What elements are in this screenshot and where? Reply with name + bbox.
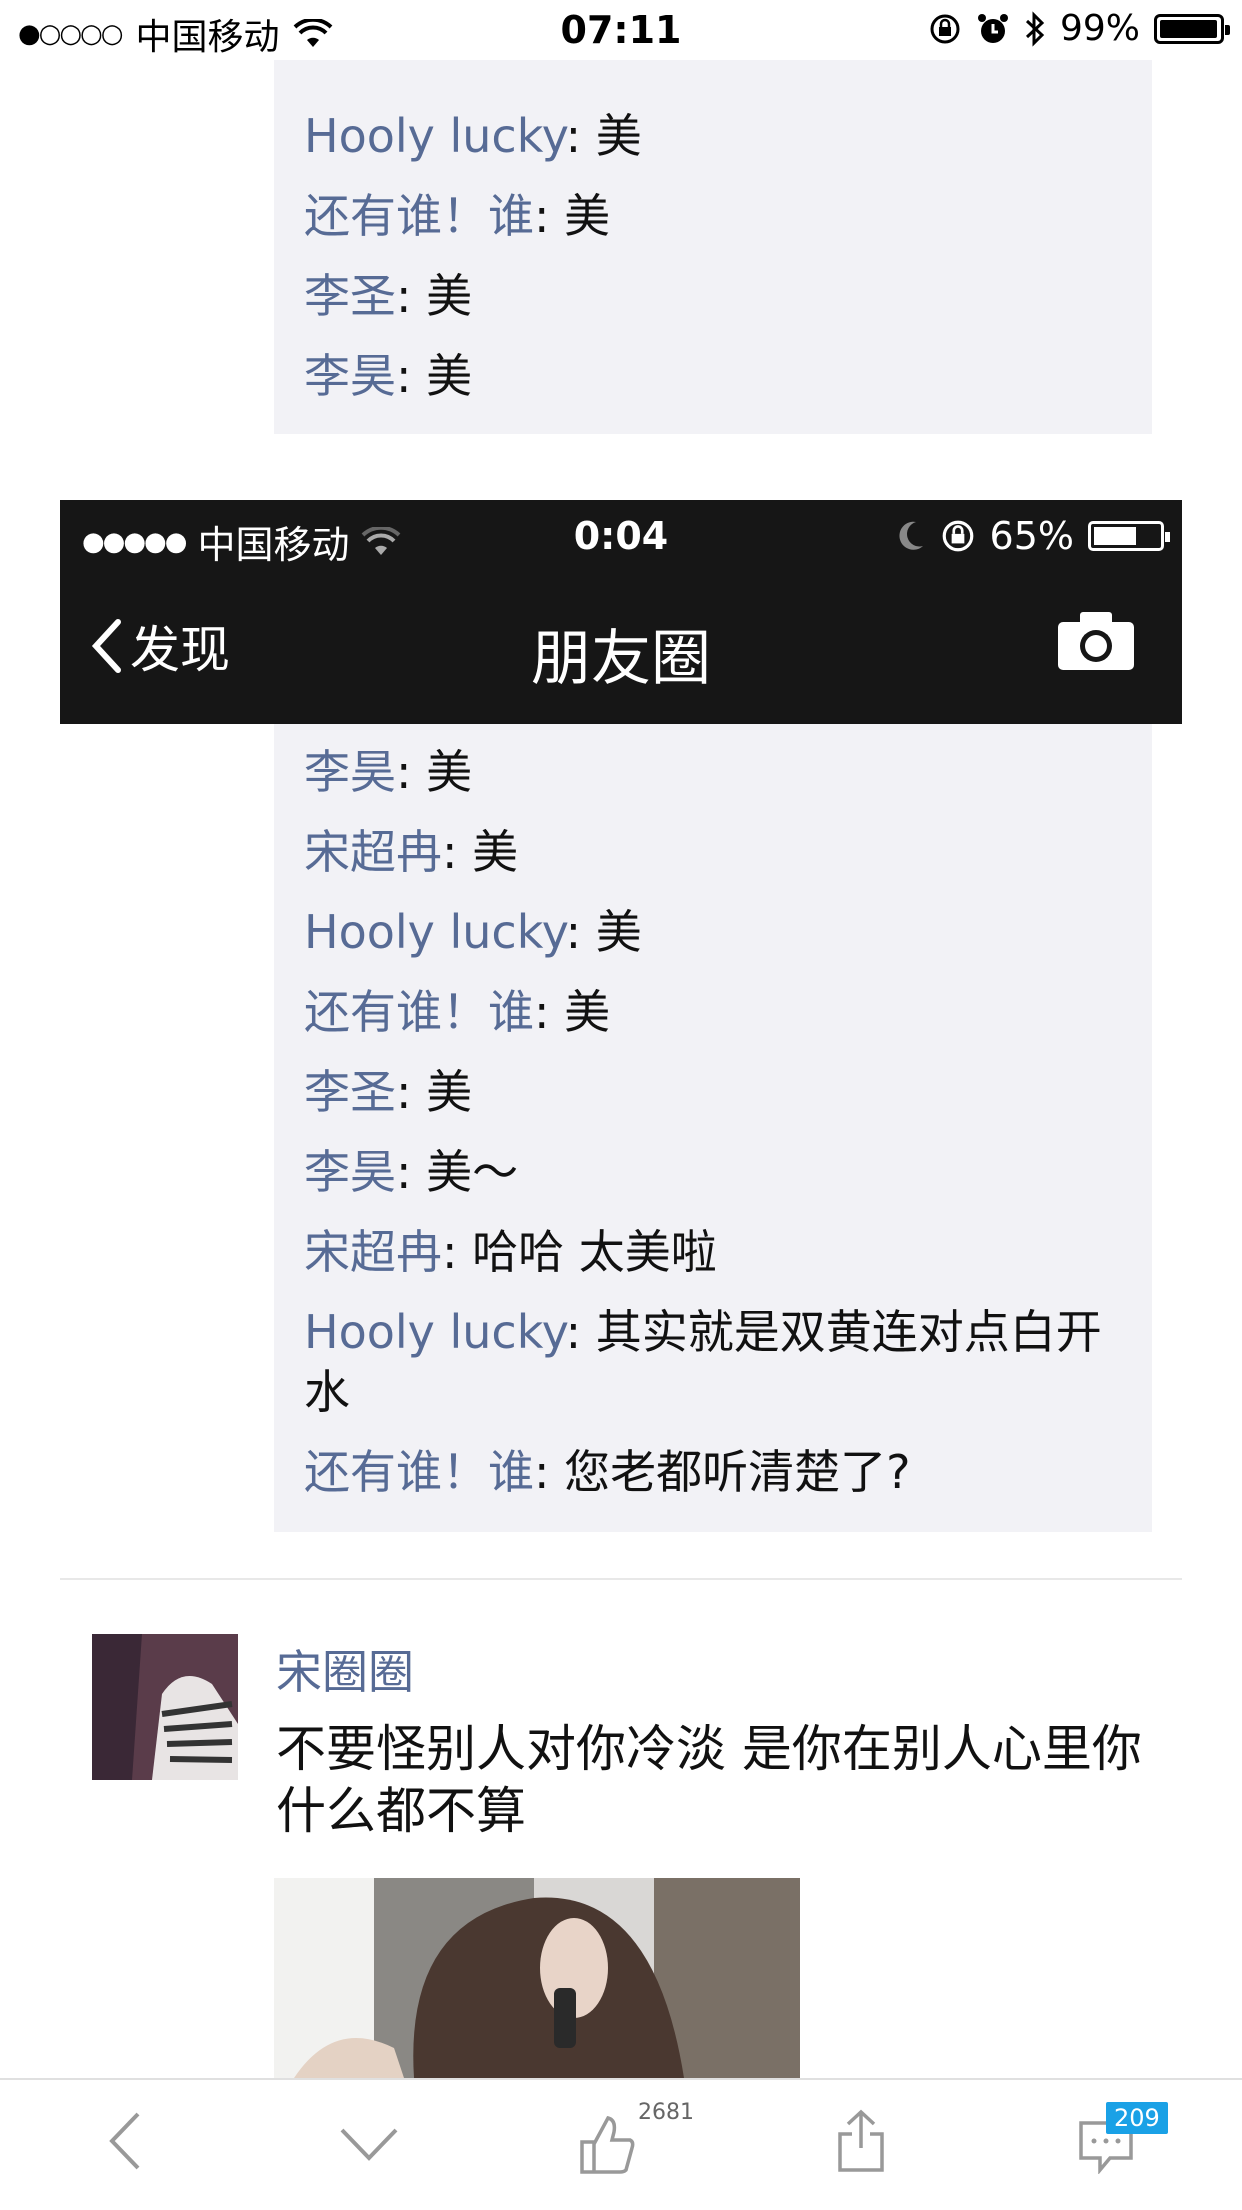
comment-panel-inner: 李昊: 美宋超冉: 美 Hooly lucky: 美还有谁！谁: 美李圣: 美李昊…: [274, 724, 1152, 1532]
comment-separator: :: [565, 109, 596, 163]
comment-row[interactable]: Hooly lucky: 美: [274, 96, 1152, 176]
back-chevron-icon[interactable]: [104, 2110, 144, 2172]
comment-separator: :: [442, 825, 473, 879]
comment-row[interactable]: 李圣: 美: [274, 256, 1152, 336]
down-chevron-icon[interactable]: [338, 2124, 400, 2164]
comment-text: 美: [426, 1065, 473, 1119]
comment-text: 美～: [426, 1145, 519, 1199]
camera-button[interactable]: [1056, 610, 1136, 676]
comment-separator: :: [534, 1445, 565, 1499]
like-count: 2681: [638, 2100, 694, 2125]
inner-battery-percent: 65%: [989, 514, 1074, 558]
comment-separator: :: [396, 349, 427, 403]
post-photo[interactable]: [274, 1878, 800, 2078]
comment-row[interactable]: 李昊: 美～: [274, 1132, 1152, 1212]
comment-separator: :: [565, 1305, 596, 1359]
share-icon[interactable]: [836, 2108, 886, 2174]
comment-separator: :: [534, 189, 565, 243]
comment-author[interactable]: 李昊: [304, 1145, 396, 1199]
page-title: 朋友圈: [531, 624, 711, 694]
comment-row[interactable]: 李昊: 美: [274, 732, 1152, 812]
bottom-toolbar: 2681 209: [0, 2078, 1242, 2210]
battery-percent: 99%: [1059, 8, 1140, 49]
camera-icon: [1058, 612, 1134, 670]
comment-row[interactable]: 还有谁！谁: 美: [274, 176, 1152, 256]
comment-separator: :: [396, 1065, 427, 1119]
comment-panel-top: Hooly lucky: 美还有谁！谁: 美李圣: 美李昊: 美: [274, 60, 1152, 434]
status-bar: ●○○○○ 中国移动 07:11 99%: [0, 0, 1242, 60]
comment-row[interactable]: Hooly lucky: 美: [274, 892, 1152, 972]
comment-author[interactable]: Hooly lucky: [304, 1305, 566, 1359]
bluetooth-icon: [1025, 10, 1045, 47]
comment-text: 您老都听清楚了?: [564, 1445, 911, 1499]
comment-author[interactable]: 李昊: [304, 745, 396, 799]
comment-row[interactable]: 李昊: 美: [274, 336, 1152, 416]
comment-row[interactable]: 还有谁！谁: 美: [274, 972, 1152, 1052]
comment-author[interactable]: 还有谁！谁: [304, 1445, 534, 1499]
comment-author[interactable]: Hooly lucky: [304, 109, 566, 163]
comment-author[interactable]: 李圣: [304, 269, 396, 323]
inner-status-bar: ●●●●● 中国移动 0:04 65%: [60, 500, 1182, 572]
lock-rotation-icon: [942, 520, 973, 552]
comment-author[interactable]: 李圣: [304, 1065, 396, 1119]
comment-separator: :: [396, 1145, 427, 1199]
comment-separator: :: [565, 905, 596, 959]
battery-icon: [1088, 521, 1170, 551]
comment-author[interactable]: 还有谁！谁: [304, 189, 534, 243]
comment-author[interactable]: 宋超冉: [304, 825, 442, 879]
moon-icon: [898, 521, 923, 550]
post-author[interactable]: 宋圈圈: [276, 1636, 414, 1702]
inner-nav-bar: 发现 朋友圈: [60, 572, 1182, 724]
battery-fill: [1160, 19, 1218, 38]
post-text: 不要怪别人对你冷淡 是你在别人心里你什么都不算: [276, 1720, 1142, 1840]
comment-text: 美: [426, 269, 473, 323]
avatar-image: [92, 1634, 238, 1780]
comment-author[interactable]: 还有谁！谁: [304, 985, 534, 1039]
comment-text: 美: [472, 825, 519, 879]
comment-author[interactable]: 李昊: [304, 349, 396, 403]
avatar[interactable]: [92, 1634, 238, 1780]
comment-separator: :: [396, 269, 427, 323]
comment-row[interactable]: Hooly lucky: 其实就是双黄连对点白开水: [274, 1292, 1152, 1432]
comment-text: 美: [426, 349, 473, 403]
comment-text: 哈哈 太美啦: [472, 1225, 717, 1279]
comment-text: 美: [564, 189, 611, 243]
divider: [60, 1578, 1182, 1580]
comment-row[interactable]: 宋超冉: 哈哈 太美啦: [274, 1212, 1152, 1292]
comment-separator: :: [442, 1225, 473, 1279]
comment-text: 美: [564, 985, 611, 1039]
thumbs-up-icon[interactable]: [578, 2114, 636, 2176]
comment-row[interactable]: 宋超冉: 美: [274, 812, 1152, 892]
comment-row[interactable]: 还有谁！谁: 您老都听清楚了?: [274, 1432, 1152, 1512]
comment-author[interactable]: 宋超冉: [304, 1225, 442, 1279]
comment-separator: :: [396, 745, 427, 799]
alarm-icon: [977, 13, 1008, 43]
lock-rotation-icon: [930, 14, 960, 43]
comment-separator: :: [534, 985, 565, 1039]
photo-image: [274, 1878, 800, 2078]
comment-row[interactable]: 李圣: 美: [274, 1052, 1152, 1132]
inner-screenshot-header: ●●●●● 中国移动 0:04 65% 发现 朋友圈: [60, 500, 1182, 724]
comment-count-badge: 209: [1106, 2102, 1168, 2134]
comment-text: 美: [595, 109, 642, 163]
comment-text: 美: [595, 905, 642, 959]
battery-fill: [1094, 527, 1136, 545]
comment-author[interactable]: Hooly lucky: [304, 905, 566, 959]
battery-icon: [1154, 13, 1230, 44]
comment-text: 美: [426, 745, 473, 799]
